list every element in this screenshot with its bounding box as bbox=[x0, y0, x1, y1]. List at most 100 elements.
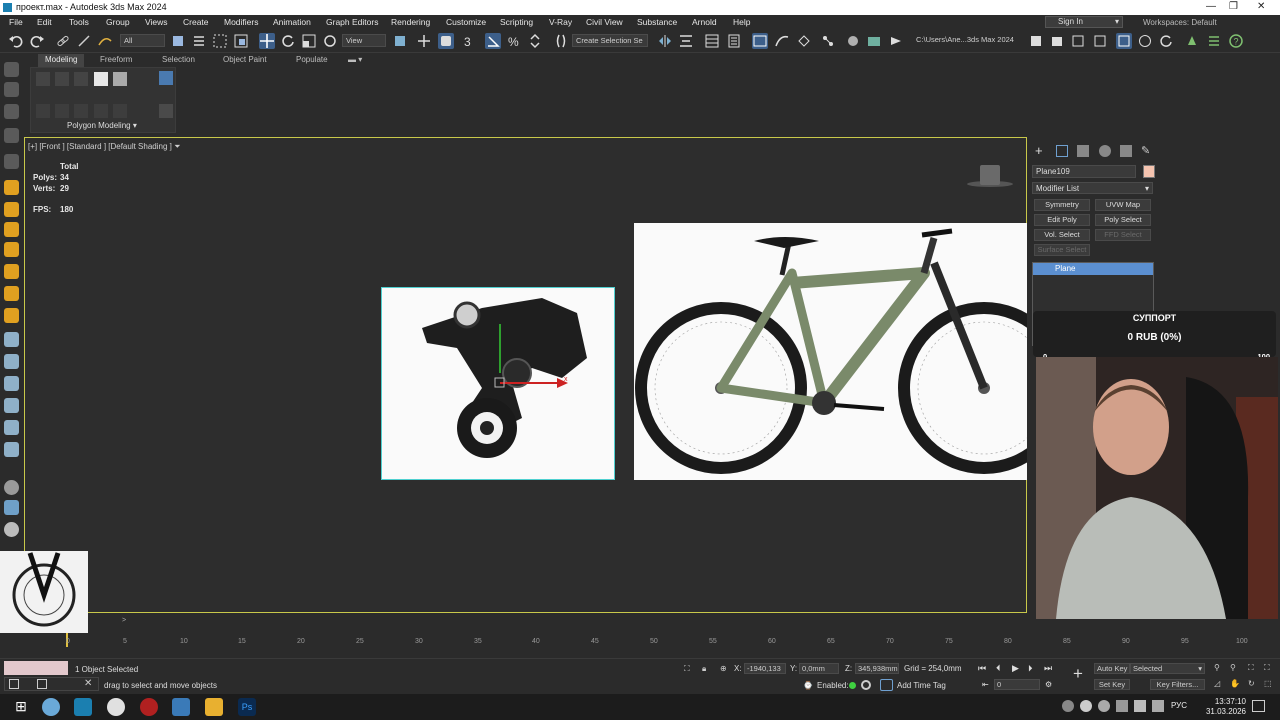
photoshop-icon[interactable]: Ps bbox=[238, 698, 256, 716]
menu-editor-icon[interactable] bbox=[1206, 33, 1222, 49]
close-icon[interactable]: ✕ bbox=[84, 678, 92, 689]
menu-civil-view[interactable]: Civil View bbox=[586, 17, 623, 27]
y-coordinate-field[interactable]: 0,0mm bbox=[799, 663, 839, 674]
curve-editor-icon[interactable] bbox=[774, 33, 790, 49]
input-language[interactable]: РУС bbox=[1171, 701, 1187, 710]
spinner-snap-icon[interactable] bbox=[527, 33, 543, 49]
display-tab-icon[interactable] bbox=[1120, 145, 1132, 157]
container-icon[interactable] bbox=[1070, 33, 1086, 49]
redo-icon[interactable] bbox=[29, 33, 45, 49]
object-name-field[interactable]: Plane109 bbox=[1032, 165, 1136, 178]
z-coordinate-field[interactable]: 345,938mm bbox=[855, 663, 899, 674]
menu-help[interactable]: Help bbox=[733, 17, 750, 27]
menu-rendering[interactable]: Rendering bbox=[391, 17, 430, 27]
time-slider[interactable]: > bbox=[88, 616, 1028, 628]
hedra-icon[interactable] bbox=[4, 242, 19, 257]
absolute-mode-icon[interactable]: ⊕ bbox=[720, 664, 727, 673]
tray-network-icon[interactable] bbox=[1098, 700, 1110, 712]
zoom-all-icon[interactable]: ⚲ bbox=[1230, 663, 1236, 672]
maxscript-listener[interactable] bbox=[4, 661, 68, 675]
particle-system-icon[interactable] bbox=[4, 500, 19, 515]
scene-explorer-icon[interactable] bbox=[704, 33, 720, 49]
3dsmax-task-icon[interactable] bbox=[74, 698, 92, 716]
menu-animation[interactable]: Animation bbox=[273, 17, 311, 27]
stack-item-plane[interactable]: Plane bbox=[1033, 263, 1153, 275]
time-tag-button-icon[interactable] bbox=[880, 679, 893, 691]
tray-volume-icon[interactable] bbox=[1152, 700, 1164, 712]
figure-icon[interactable] bbox=[4, 442, 19, 457]
sphere-icon[interactable] bbox=[4, 202, 19, 217]
place-icon[interactable] bbox=[322, 33, 338, 49]
render-setup-icon[interactable] bbox=[866, 33, 882, 49]
folder-icon[interactable] bbox=[205, 698, 223, 716]
play-icon[interactable]: ▶ bbox=[1012, 663, 1019, 674]
viewport-layout-icon[interactable] bbox=[1116, 33, 1132, 49]
teapot-icon[interactable] bbox=[4, 180, 19, 195]
pan-icon[interactable]: ✋ bbox=[1230, 679, 1240, 688]
zoom-extents-icon[interactable]: ⛶ bbox=[1248, 663, 1254, 673]
tab-object-paint[interactable]: Object Paint bbox=[223, 55, 267, 64]
menu-arnold[interactable]: Arnold bbox=[692, 17, 717, 27]
orbit-icon[interactable]: ↻ bbox=[1248, 679, 1255, 688]
mirror-icon[interactable] bbox=[657, 33, 673, 49]
derailleur-reference-image[interactable]: x bbox=[381, 287, 615, 480]
menu-customize[interactable]: Customize bbox=[446, 17, 486, 27]
tab-modeling[interactable]: Modeling bbox=[38, 54, 85, 67]
time-slider-arrow[interactable]: > bbox=[122, 617, 126, 624]
browser-icon[interactable] bbox=[42, 698, 60, 716]
menu-scripting[interactable]: Scripting bbox=[500, 17, 533, 27]
surface-select-button[interactable]: Surface Select bbox=[1034, 244, 1090, 256]
lock-icon[interactable]: 🔒︎ bbox=[702, 664, 706, 674]
system-clock[interactable]: 13:37:10 31.03.2026 bbox=[1206, 697, 1246, 717]
key-mode-icon[interactable]: ⇤ bbox=[982, 680, 989, 689]
tube-icon[interactable] bbox=[4, 264, 19, 279]
motion-tab-icon[interactable] bbox=[1099, 145, 1111, 157]
save-icon[interactable] bbox=[1028, 33, 1044, 49]
toggle-ribbon-icon[interactable] bbox=[752, 33, 768, 49]
menu-graph-editors[interactable]: Graph Editors bbox=[326, 17, 378, 27]
monitor-icon[interactable] bbox=[172, 698, 190, 716]
menu-vray[interactable]: V-Ray bbox=[549, 17, 572, 27]
plugin-icon[interactable] bbox=[1184, 33, 1200, 49]
polygon-icon[interactable] bbox=[94, 72, 108, 86]
unlink-icon[interactable] bbox=[76, 33, 92, 49]
menu-views[interactable]: Views bbox=[145, 17, 168, 27]
undo-icon[interactable] bbox=[8, 33, 24, 49]
edit-poly-button[interactable]: Edit Poly bbox=[1034, 214, 1090, 226]
tab-populate[interactable]: Populate bbox=[296, 55, 328, 64]
render-preview-icon[interactable] bbox=[4, 522, 19, 537]
collapse-stack-icon[interactable] bbox=[159, 104, 173, 118]
adaptive-degradation-icon[interactable] bbox=[861, 680, 871, 690]
viewport-label[interactable]: [+] [Front ] [Standard ] [Default Shadin… bbox=[28, 142, 181, 152]
edit-named-selection-icon[interactable] bbox=[553, 33, 569, 49]
helpers-icon[interactable] bbox=[4, 154, 19, 169]
maximize-viewport-icon[interactable]: ⬚ bbox=[1264, 679, 1272, 688]
select-manipulate-icon[interactable] bbox=[416, 33, 432, 49]
go-to-start-icon[interactable]: ⏮ bbox=[978, 663, 986, 674]
thumbnail-preview[interactable] bbox=[0, 551, 88, 633]
menu-substance[interactable]: Substance bbox=[637, 17, 677, 27]
particle-icon[interactable] bbox=[4, 354, 19, 369]
menu-edit[interactable]: Edit bbox=[37, 17, 52, 27]
maxscript-mini-toolbar[interactable]: ✕ bbox=[4, 677, 99, 691]
align-icon[interactable] bbox=[678, 33, 694, 49]
modifier-list-dropdown[interactable]: Modifier List ▾ bbox=[1032, 182, 1153, 194]
workspaces-selector[interactable]: Workspaces: Default bbox=[1143, 18, 1217, 27]
box-icon[interactable] bbox=[4, 332, 19, 347]
ignore-backfacing-icon[interactable] bbox=[94, 104, 108, 118]
link-icon[interactable] bbox=[55, 33, 71, 49]
ribbon-options-icon[interactable]: ▬ ▾ bbox=[348, 55, 362, 64]
set-key-button[interactable]: Set Key bbox=[1094, 679, 1130, 690]
angle-snap-icon[interactable] bbox=[485, 33, 501, 49]
select-move-icon[interactable] bbox=[259, 33, 275, 49]
project-path[interactable]: C:\Users\Ane...3ds Max 2024 bbox=[913, 34, 1021, 47]
uvw-map-button[interactable]: UVW Map bbox=[1095, 199, 1151, 211]
polygon-modeling-label[interactable]: Polygon Modeling ▾ bbox=[67, 121, 137, 130]
lights-icon[interactable] bbox=[4, 104, 19, 119]
torus-icon[interactable] bbox=[4, 222, 19, 237]
plant-icon[interactable] bbox=[4, 398, 19, 413]
zoom-extents-all-icon[interactable]: ⛶ bbox=[1264, 663, 1270, 673]
border-icon[interactable] bbox=[74, 72, 88, 86]
menu-tools[interactable]: Tools bbox=[69, 17, 89, 27]
window-crossing-icon[interactable] bbox=[233, 33, 249, 49]
